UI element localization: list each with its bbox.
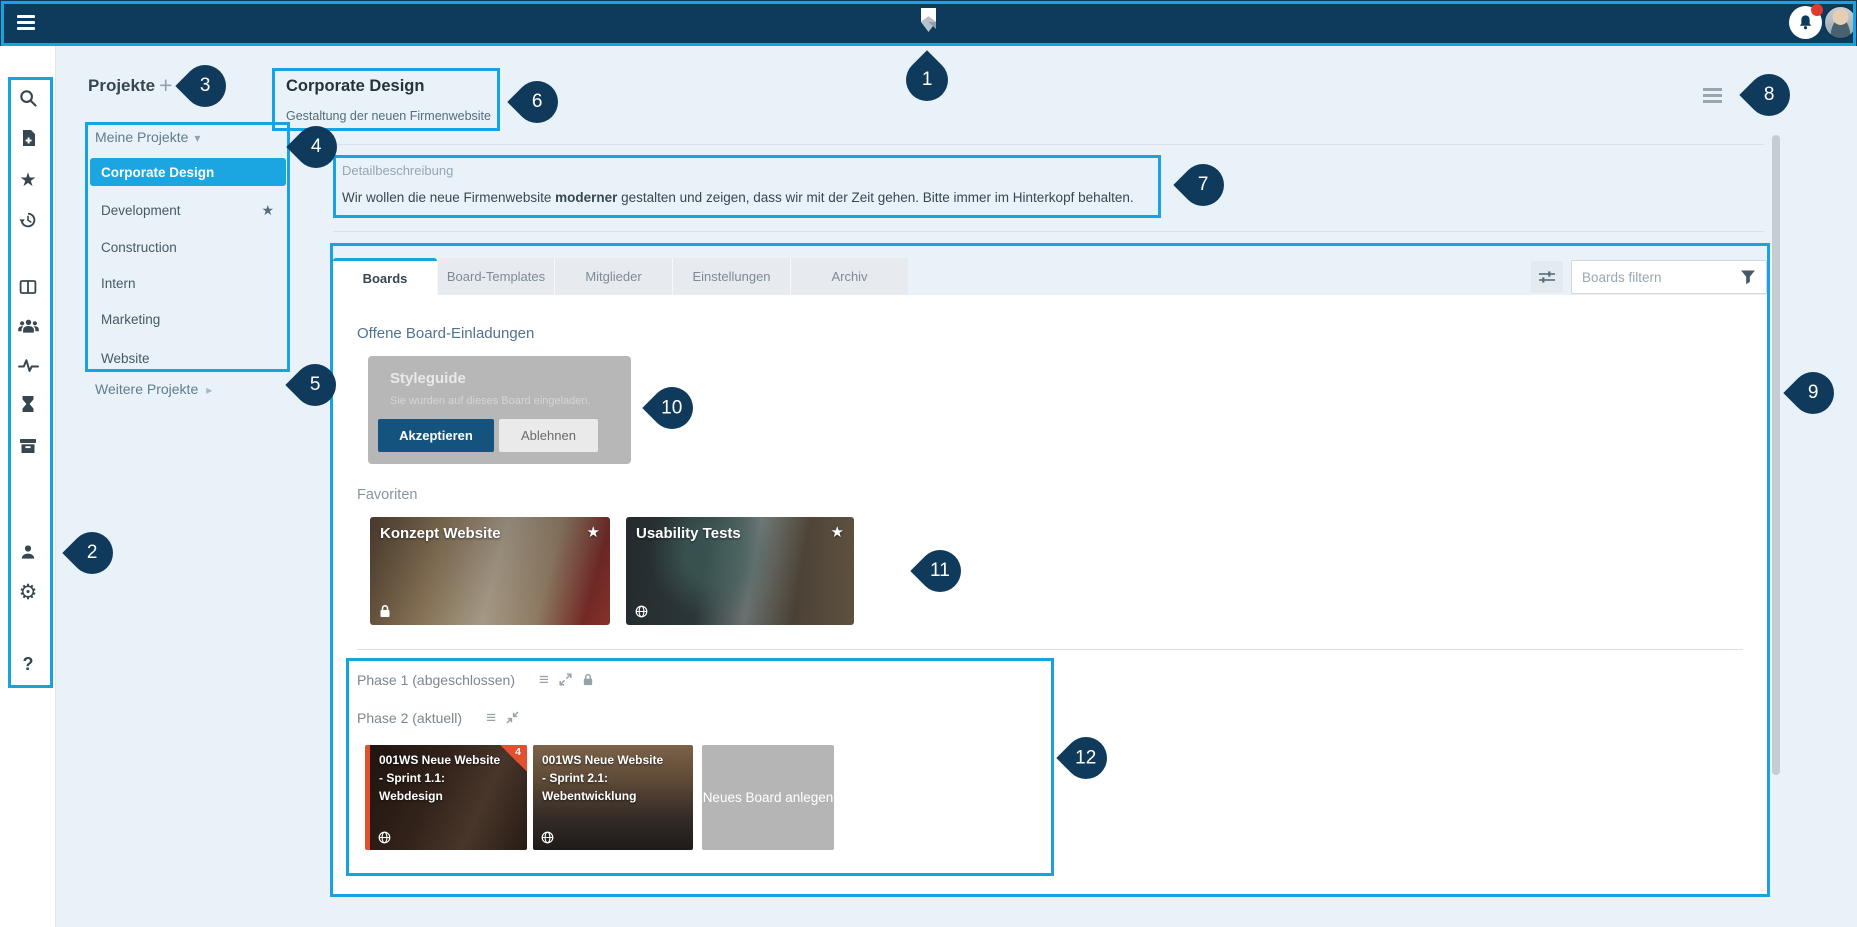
tab-board-templates[interactable]: Board-Templates [437, 258, 554, 295]
user-avatar[interactable] [1824, 6, 1857, 39]
activity-icon[interactable] [0, 350, 56, 380]
sidebar-item-intern[interactable]: Intern [90, 269, 286, 297]
board-invitation-card: Styleguide Sie wurden auf dieses Board e… [368, 356, 631, 464]
board-card-sprint-1-1[interactable]: 001WS Neue Website - Sprint 1.1: Webdesi… [365, 745, 527, 850]
chevron-right-icon: ▸ [206, 383, 212, 397]
settings-gear-icon[interactable]: ⚙ [0, 577, 56, 607]
board-card-konzept-website[interactable]: Konzept Website ★ [370, 517, 610, 625]
board-card-sprint-2-1[interactable]: 001WS Neue Website - Sprint 2.1: Webentw… [533, 745, 693, 850]
search-icon[interactable] [0, 83, 56, 113]
divider [357, 649, 1743, 650]
phase-menu-icon[interactable]: ≡ [539, 671, 549, 688]
favorite-star-icon[interactable]: ★ [587, 523, 600, 541]
description-label: Detailbeschreibung [342, 163, 453, 178]
boards-filter-input[interactable] [1571, 260, 1767, 294]
divider [333, 231, 1764, 232]
tab-mitglieder[interactable]: Mitglieder [554, 258, 672, 295]
create-board-card[interactable]: Neues Board anlegen [702, 745, 834, 850]
favorite-star-icon[interactable]: ★ [831, 523, 844, 541]
expand-icon[interactable] [559, 673, 572, 686]
history-icon[interactable] [0, 205, 56, 235]
collapse-icon[interactable] [506, 711, 519, 724]
globe-icon [635, 605, 648, 618]
lock-icon [582, 673, 594, 686]
favorites-star-icon[interactable]: ★ [0, 165, 56, 195]
invitation-board-name: Styleguide [390, 370, 466, 387]
sliders-icon [1538, 270, 1556, 284]
decline-invitation-button[interactable]: Ablehnen [499, 419, 598, 452]
vertical-scrollbar[interactable] [1772, 135, 1780, 775]
globe-icon [378, 831, 391, 844]
accept-invitation-button[interactable]: Akzeptieren [378, 419, 494, 452]
board-card-usability-tests[interactable]: Usability Tests ★ [626, 517, 854, 625]
notification-dot [1811, 4, 1823, 16]
project-star-icon[interactable]: ★ [261, 202, 274, 219]
project-group-weitere-projekte[interactable]: Weitere Projekte▸ [95, 381, 212, 397]
callout-6: 6 [507, 72, 566, 131]
main-menu-icon[interactable] [17, 15, 35, 30]
globe-icon [541, 831, 554, 844]
badge-corner [500, 745, 527, 772]
sidebar-item-corporate-design[interactable]: Corporate Design [90, 158, 286, 186]
sidebar-item-marketing[interactable]: Marketing [90, 305, 286, 333]
callout-3: 3 [175, 56, 234, 115]
sidebar-item-website[interactable]: Website [90, 344, 286, 372]
archive-icon[interactable] [0, 431, 56, 461]
help-icon[interactable]: ? [0, 649, 56, 679]
callout-9: 9 [1783, 363, 1842, 422]
phase-2-row: Phase 2 (aktuell) ≡ [357, 709, 519, 726]
tab-einstellungen[interactable]: Einstellungen [672, 258, 790, 295]
badge-count: 4 [515, 746, 521, 758]
topbar [0, 0, 1857, 46]
callout-7: 7 [1173, 155, 1232, 214]
filter-funnel-icon[interactable] [1740, 269, 1756, 285]
app-logo[interactable] [910, 5, 946, 41]
invitations-section-title: Offene Board-Einladungen [357, 325, 534, 342]
description-text: Wir wollen die neue Firmenwebsite modern… [342, 190, 1134, 205]
invitation-message: Sie wurden auf dieses Board eingeladen. [390, 395, 591, 407]
app-window: ★ ⚙ ? Projekte + Meine Projekte▾ Corpora… [0, 0, 1857, 927]
callout-4: 4 [286, 117, 345, 176]
chevron-down-icon: ▾ [194, 131, 200, 145]
favorites-section-title: Favoriten [357, 487, 417, 503]
filter-settings-button[interactable] [1531, 261, 1563, 293]
divider [333, 144, 1764, 145]
sidebar-item-construction[interactable]: Construction [90, 233, 286, 261]
icon-rail: ★ ⚙ ? [0, 46, 56, 927]
phase-menu-icon[interactable]: ≡ [486, 709, 496, 726]
bell-icon [1797, 14, 1814, 31]
tab-boards[interactable]: Boards [333, 258, 437, 295]
page-subtitle: Gestaltung der neuen Firmenwebsite [286, 109, 491, 123]
tab-archiv[interactable]: Archiv [790, 258, 908, 295]
project-group-meine-projekte[interactable]: Meine Projekte▾ [95, 129, 200, 145]
callout-8: 8 [1739, 65, 1798, 124]
callout-2: 2 [62, 523, 121, 582]
boards-columns-icon[interactable] [0, 272, 56, 302]
projects-panel-title: Projekte [88, 76, 155, 96]
time-tracking-icon[interactable] [0, 389, 56, 419]
page-title: Corporate Design [286, 77, 424, 96]
phase-1-row: Phase 1 (abgeschlossen) ≡ [357, 671, 594, 688]
new-document-icon[interactable] [0, 123, 56, 153]
callout-1: 1 [897, 50, 956, 109]
page-options-menu-icon[interactable] [1703, 88, 1722, 103]
notifications-button[interactable] [1789, 6, 1822, 39]
profile-icon[interactable] [0, 537, 56, 567]
add-project-button[interactable]: + [159, 72, 172, 99]
team-icon[interactable] [0, 311, 56, 341]
sidebar-item-development[interactable]: Development ★ [90, 196, 286, 224]
annotation-box-description [333, 155, 1161, 218]
lock-icon [379, 604, 391, 618]
